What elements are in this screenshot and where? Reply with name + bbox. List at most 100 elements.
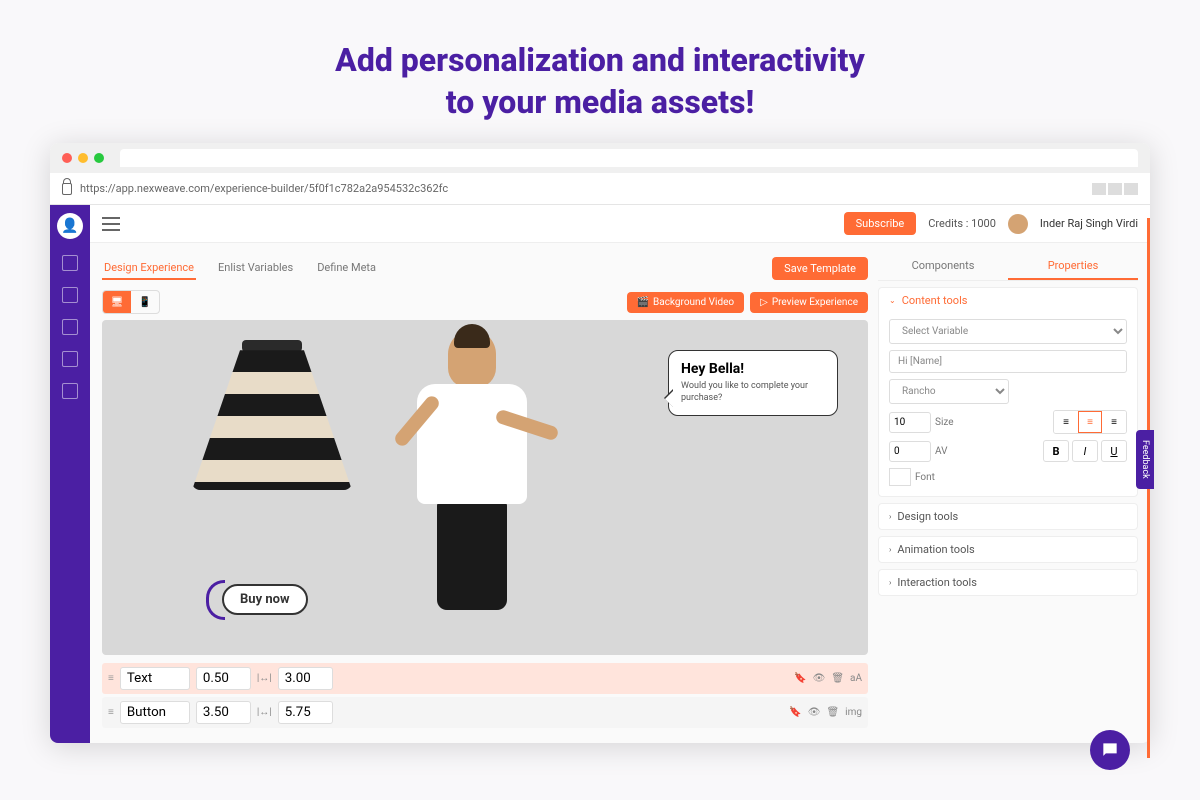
design-canvas[interactable]: Buy now Hey Bella! Would you like to com… — [102, 320, 868, 655]
nav-icon-1[interactable] — [62, 255, 78, 271]
animation-tools-header[interactable]: ›Animation tools — [879, 537, 1137, 562]
font-color-label: Font — [915, 472, 935, 483]
lock-icon — [62, 183, 72, 195]
app-topbar: Subscribe Credits : 1000 Inder Raj Singh… — [90, 205, 1150, 243]
drag-handle-icon[interactable]: ≡ — [108, 673, 114, 684]
visibility-icon[interactable]: 👁 — [808, 707, 821, 718]
window-buttons — [1092, 183, 1138, 195]
section-label: Interaction tools — [897, 576, 977, 589]
delete-icon[interactable]: 🗑 — [831, 673, 844, 684]
start-time-input[interactable] — [196, 701, 251, 724]
font-color-swatch[interactable] — [889, 468, 911, 486]
content-area: Design Experience Enlist Variables Defin… — [90, 243, 1150, 743]
tab-components[interactable]: Components — [878, 253, 1008, 280]
layer-name-input[interactable] — [120, 667, 190, 690]
app-logo[interactable]: 👤 — [57, 213, 83, 239]
canvas-toolbar: 🖥 📱 🎬Background Video ▷ Preview Experienc… — [102, 290, 868, 314]
browser-tab[interactable] — [120, 149, 1138, 167]
animation-tools-section: ›Animation tools — [878, 536, 1138, 563]
preview-experience-button[interactable]: ▷ Preview Experience — [750, 292, 868, 313]
nav-icon-4[interactable] — [62, 351, 78, 367]
bookmark-icon[interactable]: 🔖 — [794, 673, 806, 684]
url-text[interactable]: https://app.nexweave.com/experience-buil… — [80, 182, 1084, 195]
bubble-body: Would you like to complete your purchase… — [681, 381, 825, 404]
start-time-input[interactable] — [196, 667, 251, 690]
hero-heading: Add personalization and interactivity to… — [0, 0, 1200, 143]
win-btn[interactable] — [1108, 183, 1122, 195]
align-center-button[interactable]: ≡ — [1078, 411, 1102, 433]
win-btn[interactable] — [1092, 183, 1106, 195]
interaction-tools-header[interactable]: › Interaction tools — [879, 570, 1137, 595]
nav-icon-2[interactable] — [62, 287, 78, 303]
win-btn[interactable] — [1124, 183, 1138, 195]
visibility-icon[interactable]: 👁 — [813, 673, 826, 684]
address-bar: https://app.nexweave.com/experience-buil… — [50, 173, 1150, 205]
align-left-button[interactable]: ≡ — [1054, 411, 1078, 433]
section-label: Animation tools — [897, 543, 974, 556]
menu-toggle-icon[interactable] — [102, 217, 120, 231]
product-skirt-graphic — [192, 340, 352, 520]
font-size-input[interactable] — [889, 412, 931, 433]
tab-enlist-variables[interactable]: Enlist Variables — [216, 257, 295, 280]
user-avatar[interactable] — [1008, 214, 1028, 234]
background-video-button[interactable]: 🎬Background Video — [627, 292, 745, 313]
bold-button[interactable]: B — [1043, 440, 1069, 462]
tab-define-meta[interactable]: Define Meta — [315, 257, 378, 280]
end-time-input[interactable] — [278, 667, 333, 690]
preview-label: Preview Experience — [772, 297, 858, 308]
font-family-select[interactable]: Rancho — [889, 379, 1009, 404]
align-right-button[interactable]: ≡ — [1102, 411, 1126, 433]
hero-line2: to your media assets! — [20, 82, 1180, 124]
device-desktop-button[interactable]: 🖥 — [103, 291, 131, 313]
window-maximize-icon[interactable] — [94, 153, 104, 163]
delete-icon[interactable]: 🗑 — [826, 707, 839, 718]
feedback-tab[interactable]: Feedback — [1136, 430, 1154, 489]
presenter-graphic — [362, 330, 582, 620]
credits-label: Credits : 1000 — [928, 217, 996, 230]
underline-button[interactable]: U — [1101, 440, 1127, 462]
bookmark-icon[interactable]: 🔖 — [789, 707, 801, 718]
user-name[interactable]: Inder Raj Singh Virdi — [1040, 217, 1138, 230]
nav-icon-5[interactable] — [62, 383, 78, 399]
play-icon: ▷ — [760, 297, 768, 308]
row-actions: 🔖 👁 🗑 aA — [794, 673, 862, 684]
tab-properties[interactable]: Properties — [1008, 253, 1138, 280]
drag-handle-icon[interactable]: ≡ — [108, 707, 114, 718]
buy-now-button[interactable]: Buy now — [222, 584, 308, 615]
subscribe-button[interactable]: Subscribe — [844, 212, 917, 235]
nav-icon-3[interactable] — [62, 319, 78, 335]
bg-video-label: Background Video — [653, 297, 734, 308]
editor-column: Design Experience Enlist Variables Defin… — [102, 253, 868, 731]
design-tools-section: ›Design tools — [878, 503, 1138, 530]
chat-widget-button[interactable] — [1090, 730, 1130, 770]
save-template-button[interactable]: Save Template — [772, 257, 868, 280]
timeline: ≡ |↔| 🔖 👁 🗑 aA — [102, 663, 868, 731]
panel-tabs: Components Properties — [878, 253, 1138, 281]
chevron-right-icon: › — [889, 512, 891, 521]
chevron-down-icon: ⌄ — [889, 296, 896, 305]
main-area: Subscribe Credits : 1000 Inder Raj Singh… — [90, 205, 1150, 743]
size-label: Size — [935, 417, 954, 428]
letter-spacing-input[interactable] — [889, 441, 931, 462]
text-content-input[interactable] — [889, 350, 1127, 373]
kerning-icon: AV — [935, 446, 947, 457]
italic-button[interactable]: I — [1072, 440, 1098, 462]
layer-name-input[interactable] — [120, 701, 190, 724]
range-icon: |↔| — [257, 707, 272, 718]
content-tools-header[interactable]: ⌄Content tools — [879, 288, 1137, 313]
chevron-right-icon: › — [889, 578, 891, 587]
device-toggle: 🖥 📱 — [102, 290, 160, 314]
tab-design-experience[interactable]: Design Experience — [102, 257, 196, 280]
row-actions: 🔖 👁 🗑 img — [789, 707, 862, 718]
select-variable-dropdown[interactable]: Select Variable — [889, 319, 1127, 344]
device-mobile-button[interactable]: 📱 — [131, 291, 159, 313]
text-format-group: B I U — [1043, 440, 1127, 462]
window-minimize-icon[interactable] — [78, 153, 88, 163]
end-time-input[interactable] — [278, 701, 333, 724]
window-close-icon[interactable] — [62, 153, 72, 163]
speech-bubble[interactable]: Hey Bella! Would you like to complete yo… — [668, 350, 838, 415]
hero-line1: Add personalization and interactivity — [20, 40, 1180, 82]
app-body: 👤 Subscribe Credits : 1000 Inder Raj Sin… — [50, 205, 1150, 743]
content-tools-section: ⌄Content tools Select Variable Rancho Si… — [878, 287, 1138, 497]
design-tools-header[interactable]: ›Design tools — [879, 504, 1137, 529]
